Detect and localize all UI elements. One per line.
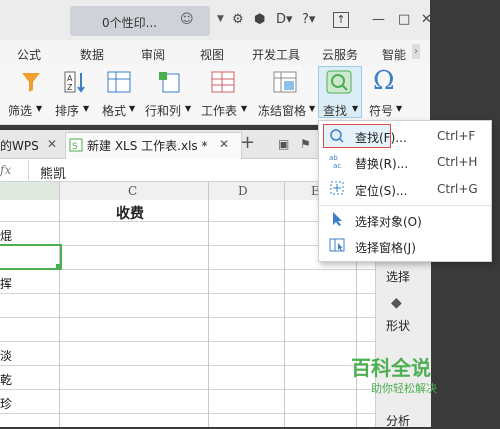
find-icon — [330, 129, 344, 143]
cell-a-fragment[interactable]: 珍 — [0, 395, 12, 412]
svg-text:A: A — [67, 74, 73, 83]
worksheet-button[interactable]: 工作表 — [201, 102, 237, 119]
replace-icon: abac — [329, 154, 341, 169]
formula-input[interactable]: 熊凯 — [40, 163, 66, 182]
shape-icon[interactable]: ◆ — [391, 295, 402, 311]
watermark-title: 百科全说 — [351, 356, 431, 380]
tab-view[interactable]: 视图 — [200, 46, 224, 63]
skin-icon[interactable]: D▾ — [276, 12, 293, 27]
omega-icon[interactable]: Ω — [373, 66, 395, 96]
filter-icon[interactable] — [18, 70, 44, 94]
watermark-logo: 百科全说 助你轻松解决 — [345, 352, 465, 400]
menu-item-select-objects-label: 选择对象(O) — [355, 215, 422, 229]
cursor-icon — [333, 212, 342, 226]
fill-handle[interactable] — [56, 264, 61, 269]
smiley-icon[interactable]: ☺ — [180, 12, 194, 27]
format-icon[interactable] — [106, 70, 132, 94]
grid-col-line — [284, 182, 285, 427]
maximize-icon[interactable]: □ — [398, 12, 410, 27]
chevron-down-icon: ▼ — [83, 104, 90, 113]
share-icon[interactable]: ⚑ — [300, 137, 311, 151]
menu-item-selection-pane-label: 选择窗格(J) — [355, 241, 416, 255]
svg-text:ab: ab — [329, 154, 338, 162]
dropdown-arrow-icon[interactable]: ▼ — [217, 14, 224, 24]
close-tab-icon[interactable]: ✕ — [47, 137, 57, 151]
chevron-down-icon: ▼ — [129, 104, 136, 113]
side-select-button[interactable]: 选择 — [386, 268, 410, 285]
find-button[interactable]: 查找 — [323, 102, 347, 119]
cell-a-fragment[interactable]: 焜 — [0, 227, 12, 244]
symbol-button[interactable]: 符号 — [369, 102, 393, 119]
svg-text:ac: ac — [333, 162, 341, 169]
grid-col-line — [208, 182, 209, 427]
menu-item-find-shortcut: Ctrl+F — [437, 129, 476, 143]
worksheet-icon[interactable] — [210, 70, 236, 94]
menu-item-goto-shortcut: Ctrl+G — [437, 182, 478, 196]
formula-divider — [28, 160, 29, 180]
row-column-icon[interactable] — [157, 70, 183, 94]
menu-item-goto-label: 定位(S)... — [355, 184, 408, 198]
cell-a-fragment[interactable]: 乾 — [0, 371, 12, 388]
doc-tab-active-title: 新建 XLS 工作表.xls * — [87, 139, 208, 153]
close-tab-icon[interactable]: ✕ — [219, 137, 229, 151]
menu-item-replace-label: 替换(R)... — [355, 157, 409, 171]
cube-icon[interactable]: ⬢ — [254, 12, 265, 27]
column-a-header-selected[interactable] — [0, 182, 59, 202]
column-header-d[interactable]: D — [238, 184, 248, 198]
column-header-c[interactable]: C — [128, 184, 137, 198]
tab-cloud[interactable]: 云服务 — [322, 46, 358, 63]
filter-button[interactable]: 筛选 — [8, 102, 32, 119]
chevron-down-icon: ▼ — [396, 104, 403, 113]
side-analyze-button[interactable]: 分析 — [386, 412, 410, 429]
cell-a-fragment[interactable]: 淡 — [0, 347, 12, 364]
upload-icon[interactable]: ↑ — [333, 12, 349, 28]
doc-tab-wps[interactable]: 的WPS — [0, 137, 39, 154]
chevron-down-icon: ▼ — [309, 104, 316, 113]
chevron-down-icon: ▼ — [352, 104, 359, 113]
grid-col-line — [59, 182, 60, 427]
menu-item-replace-shortcut: Ctrl+H — [437, 155, 478, 169]
minimize-icon[interactable]: — — [372, 12, 385, 27]
side-shape-button[interactable]: 形状 — [386, 317, 410, 334]
format-button[interactable]: 格式 — [102, 102, 126, 119]
chevron-down-icon: ▼ — [241, 104, 248, 113]
svg-text:S: S — [72, 142, 78, 152]
freeze-panes-icon[interactable] — [272, 70, 298, 94]
selection-pane-icon — [329, 238, 345, 252]
settings-icon[interactable]: ⚙ — [232, 12, 244, 27]
header-cell-c[interactable]: 收费 — [116, 203, 144, 223]
svg-text:Z: Z — [67, 83, 73, 92]
window-tab-title: 0个性印... — [102, 16, 158, 30]
selected-cell[interactable] — [0, 244, 62, 270]
tab-developer[interactable]: 开发工具 — [252, 46, 300, 63]
cell-a-fragment[interactable]: 挥 — [0, 275, 12, 292]
sort-button[interactable]: 排序 — [55, 102, 79, 119]
add-tab-button[interactable]: + — [240, 132, 255, 153]
menu-item-find-label: 查找(F)... — [355, 131, 407, 145]
watermark-subtitle: 助你轻松解决 — [371, 382, 437, 395]
menu-divider — [319, 205, 491, 206]
scroll-right-icon[interactable]: › — [412, 44, 420, 59]
find-icon[interactable] — [326, 70, 352, 94]
freeze-panes-button[interactable]: 冻结窗格 — [258, 102, 306, 119]
sort-icon[interactable]: AZ — [62, 70, 88, 94]
title-bar — [0, 0, 430, 41]
tab-data[interactable]: 数据 — [80, 46, 104, 63]
monitor-icon[interactable]: ▣ — [278, 137, 289, 151]
help-icon[interactable]: ?▾ — [302, 12, 315, 27]
fx-label[interactable]: fx — [0, 163, 11, 177]
tab-formula[interactable]: 公式 — [17, 46, 41, 63]
goto-icon — [330, 181, 344, 195]
tab-review[interactable]: 审阅 — [141, 46, 165, 63]
chevron-down-icon: ▼ — [36, 104, 43, 113]
chevron-down-icon: ▼ — [185, 104, 192, 113]
spreadsheet-file-icon: S — [69, 138, 83, 152]
close-icon[interactable]: ✕ — [421, 12, 431, 27]
find-dropdown-menu: 查找(F)... Ctrl+F ab ac 替换(R)... Ctrl+H 定位(… — [318, 120, 492, 262]
row-column-button[interactable]: 行和列 — [145, 102, 181, 119]
